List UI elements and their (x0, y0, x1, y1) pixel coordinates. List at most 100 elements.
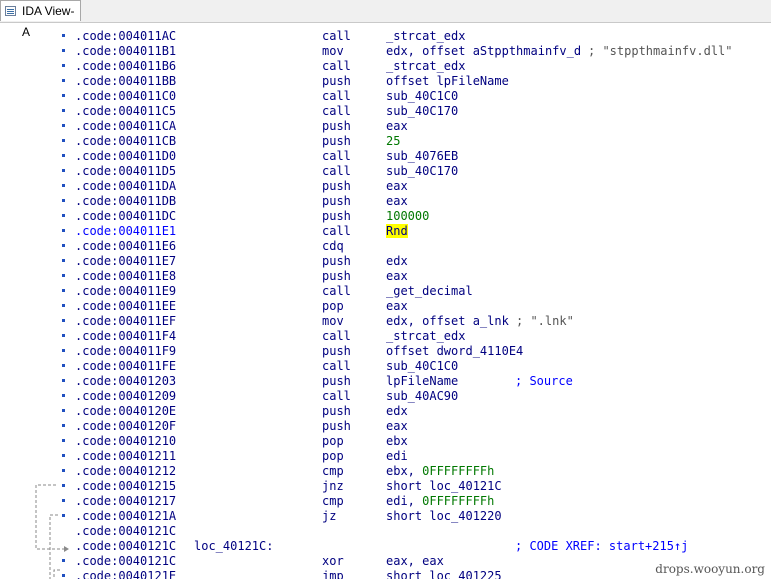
operand[interactable]: edi, 0FFFFFFFFh (386, 494, 494, 509)
code-line[interactable]: .code:004011E1 call Rnd (0, 224, 771, 239)
mnemonic: call (322, 284, 351, 298)
code-line[interactable]: .code:00401209 call sub_40AC90 (0, 389, 771, 404)
code-line[interactable]: .code:004011E6 cdq (0, 239, 771, 254)
operand[interactable]: offset lpFileName (386, 74, 509, 89)
instruction-bullet-icon (62, 274, 65, 277)
operand[interactable]: sub_40AC90 (386, 389, 458, 404)
code-line[interactable]: .code:004011C5 call sub_40C170 (0, 104, 771, 119)
operand[interactable]: _strcat_edx (386, 29, 465, 44)
code-line[interactable]: .code:004011C0 call sub_40C1C0 (0, 89, 771, 104)
code-line[interactable]: .code:00401215 jnz short loc_40121C (0, 479, 771, 494)
line-address: .code:004011C0 (75, 89, 177, 103)
operand[interactable]: edi (386, 449, 408, 464)
operand[interactable]: sub_40C1C0 (386, 89, 458, 104)
operand[interactable]: short loc_401220 (386, 509, 502, 524)
code-line[interactable]: .code:0040120E push edx (0, 404, 771, 419)
operand[interactable]: lpFileName (386, 374, 458, 389)
line-address: .code:0040121C (75, 539, 177, 553)
code-line[interactable]: .code:004011D5 call sub_40C170 (0, 164, 771, 179)
instruction-bullet-icon (62, 514, 65, 517)
mnemonic: pop (322, 449, 344, 463)
code-line[interactable]: .code:00401211 pop edi (0, 449, 771, 464)
mnemonic: mov (322, 314, 344, 328)
line-comment: ; "stppthmainfv.dll" (588, 44, 733, 58)
code-line[interactable]: .code:004011F9 push offset dword_4110E4 (0, 344, 771, 359)
code-line[interactable]: .code:0040121C (0, 524, 771, 539)
operand[interactable]: _strcat_edx (386, 329, 465, 344)
instruction-bullet-icon (62, 469, 65, 472)
mnemonic: push (322, 344, 351, 358)
mnemonic: call (322, 329, 351, 343)
operand[interactable]: eax, eax (386, 554, 444, 569)
operand[interactable]: edx (386, 404, 408, 419)
code-label[interactable]: loc_40121C: (194, 539, 273, 554)
mnemonic: push (322, 119, 351, 133)
code-line[interactable]: .code:0040120F push eax (0, 419, 771, 434)
operand[interactable]: _strcat_edx (386, 59, 465, 74)
operand[interactable]: ebx, 0FFFFFFFFh (386, 464, 494, 479)
code-line[interactable]: .code:004011CB push 25 (0, 134, 771, 149)
code-line[interactable]: .code:004011DB push eax (0, 194, 771, 209)
code-line[interactable]: .code:00401212 cmp ebx, 0FFFFFFFFh (0, 464, 771, 479)
code-line[interactable]: .code:004011EF mov edx, offset a_lnk ; ".ln… (0, 314, 771, 329)
operand-text: offset lpFileName (386, 74, 509, 88)
operand[interactable]: sub_40C170 (386, 164, 458, 179)
operand[interactable]: eax (386, 179, 408, 194)
operand[interactable]: eax (386, 269, 408, 284)
code-line[interactable]: .code:004011E9 call _get_decimal (0, 284, 771, 299)
line-address: .code:004011FE (75, 359, 177, 373)
operand[interactable]: eax (386, 194, 408, 209)
code-line[interactable]: .code:0040121C loc_40121C: ; CODE XREF: st… (0, 539, 771, 554)
operand[interactable]: offset dword_4110E4 (386, 344, 523, 359)
code-line[interactable]: .code:004011BB push offset lpFileName (0, 74, 771, 89)
code-line[interactable]: .code:00401203 push lpFileName ; Source (0, 374, 771, 389)
operand-text: eax (386, 179, 408, 193)
code-line[interactable]: .code:004011AC call _strcat_edx (0, 29, 771, 44)
operand[interactable]: short loc_401225 (386, 569, 502, 579)
operand[interactable]: edx, offset aStppthmainfv_d (386, 44, 581, 59)
instruction-bullet-icon (62, 409, 65, 412)
code-line[interactable]: .code:004011B1 mov edx, offset aStppthmain… (0, 44, 771, 59)
disassembly-listing[interactable]: .code:004011AC call _strcat_edx .code:00401… (0, 22, 771, 579)
code-line[interactable]: .code:004011FE call sub_40C1C0 (0, 359, 771, 374)
operand[interactable]: eax (386, 119, 408, 134)
operand[interactable]: sub_4076EB (386, 149, 458, 164)
line-address: .code:004011D5 (75, 164, 177, 178)
operand[interactable]: sub_40C170 (386, 104, 458, 119)
operand[interactable]: short loc_40121C (386, 479, 502, 494)
line-address: .code:004011E1 (75, 224, 177, 238)
operand[interactable]: _get_decimal (386, 284, 473, 299)
mnemonic: jz (322, 509, 337, 523)
operand[interactable]: 25 (386, 134, 400, 149)
code-line[interactable]: .code:004011E7 push edx (0, 254, 771, 269)
operand[interactable]: ebx (386, 434, 408, 449)
operand-text: eax, eax (386, 554, 444, 568)
code-line[interactable]: .code:00401217 cmp edi, 0FFFFFFFFh (0, 494, 771, 509)
code-line[interactable]: .code:00401210 pop ebx (0, 434, 771, 449)
instruction-bullet-icon (62, 94, 65, 97)
instruction-bullet-icon (62, 574, 65, 577)
operand[interactable]: eax (386, 299, 408, 314)
mnemonic: push (322, 269, 351, 283)
operand[interactable]: Rnd (386, 224, 408, 239)
code-line[interactable]: .code:004011F4 call _strcat_edx (0, 329, 771, 344)
code-line[interactable]: .code:004011DA push eax (0, 179, 771, 194)
mnemonic: call (322, 29, 351, 43)
line-address: .code:004011AC (75, 29, 177, 43)
instruction-bullet-icon (62, 379, 65, 382)
code-line[interactable]: .code:0040121A jz short loc_401220 (0, 509, 771, 524)
code-line[interactable]: .code:004011E8 push eax (0, 269, 771, 284)
operand[interactable]: sub_40C1C0 (386, 359, 458, 374)
instruction-bullet-icon (62, 349, 65, 352)
operand[interactable]: 100000 (386, 209, 429, 224)
code-line[interactable]: .code:004011DC push 100000 (0, 209, 771, 224)
operand[interactable]: edx (386, 254, 408, 269)
tab-ida-view-a[interactable]: IDA View-A (0, 0, 81, 39)
line-address: .code:004011E6 (75, 239, 177, 253)
code-line[interactable]: .code:004011B6 call _strcat_edx (0, 59, 771, 74)
operand[interactable]: edx, offset a_lnk (386, 314, 509, 329)
operand[interactable]: eax (386, 419, 408, 434)
code-line[interactable]: .code:004011EE pop eax (0, 299, 771, 314)
code-line[interactable]: .code:004011CA push eax (0, 119, 771, 134)
code-line[interactable]: .code:004011D0 call sub_4076EB (0, 149, 771, 164)
